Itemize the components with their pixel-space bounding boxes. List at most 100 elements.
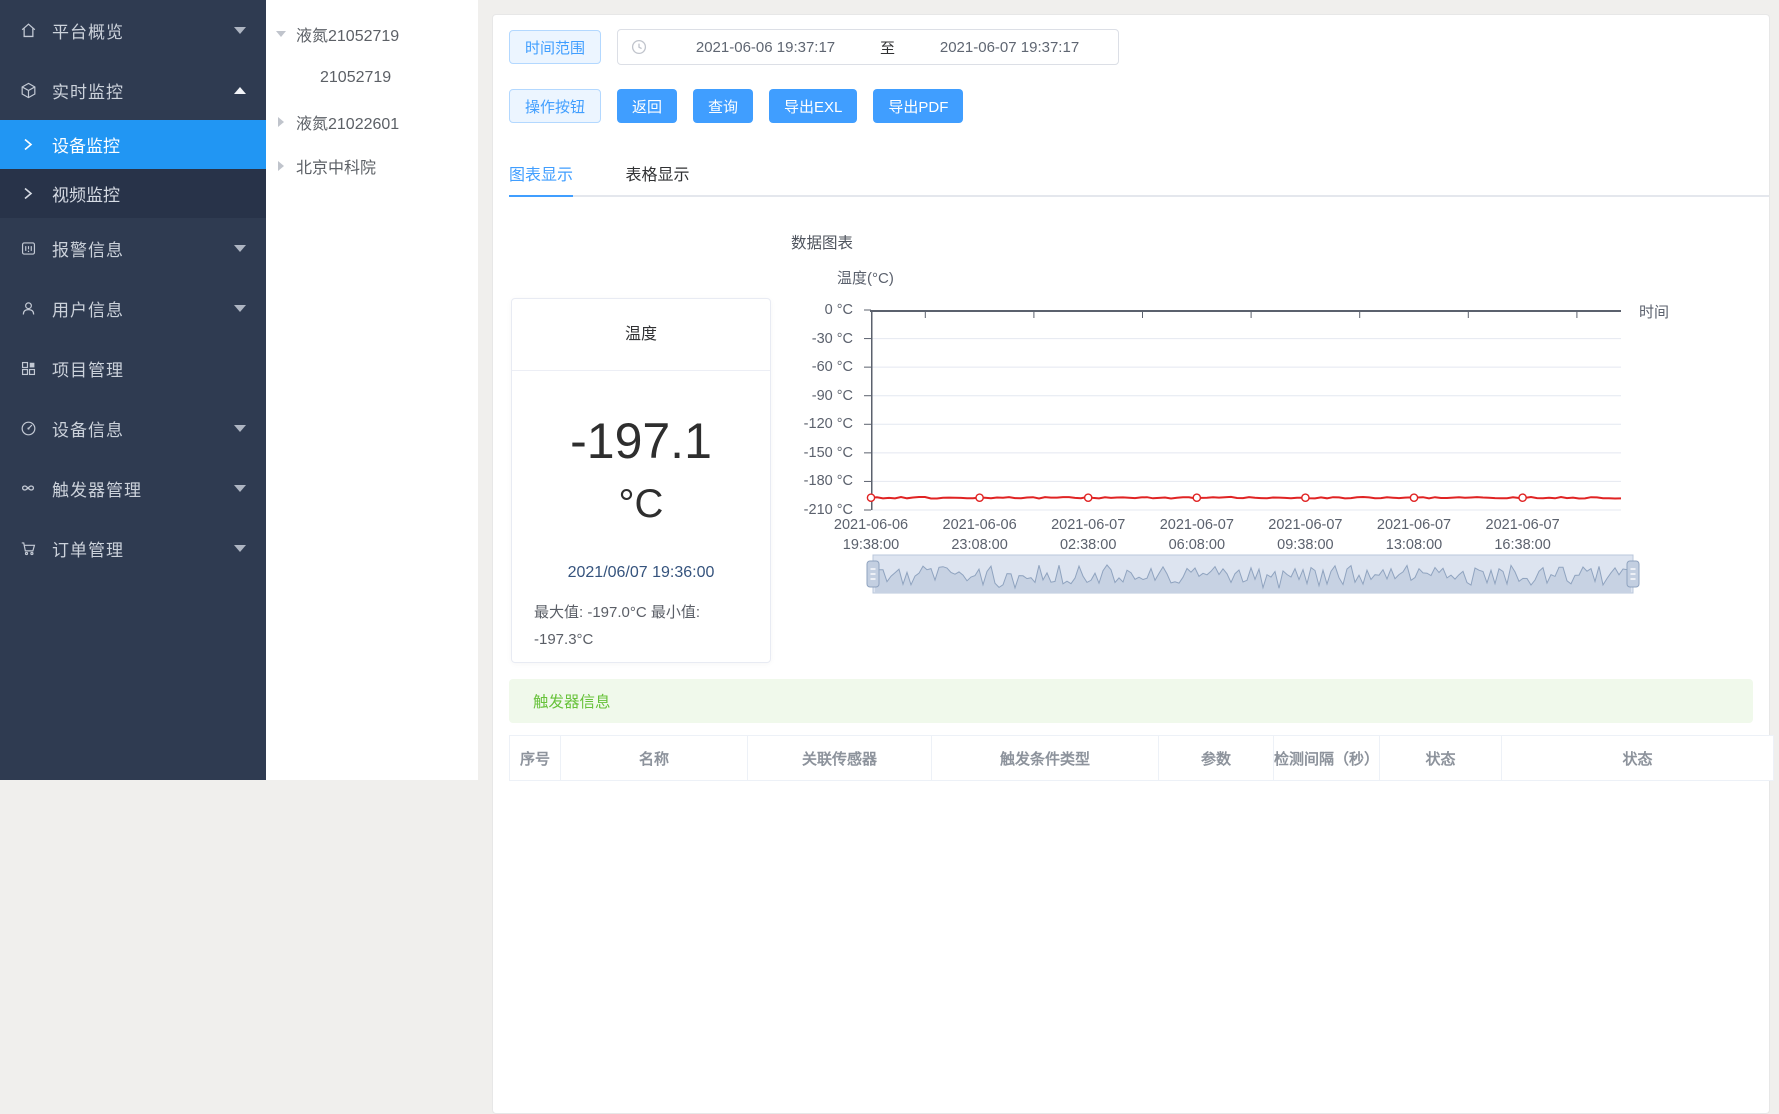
y-axis-ticks: 0 °C-30 °C-60 °C-90 °C-120 °C-150 °C-180… bbox=[763, 310, 863, 510]
sidebar-item-order-mgmt[interactable]: 订单管理 bbox=[0, 518, 266, 578]
tree-item-label: 液氮21022601 bbox=[296, 110, 399, 134]
sidebar-item-device-monitor[interactable]: 设备监控 bbox=[0, 120, 266, 169]
x-axis-tick-label: 2021-06-0713:08:00 bbox=[1377, 515, 1451, 555]
table-header-cell: 关联传感器 bbox=[748, 736, 932, 781]
user-icon bbox=[18, 298, 38, 318]
tab-chart-view[interactable]: 图表显示 bbox=[509, 161, 573, 197]
grid-icon bbox=[18, 358, 38, 378]
back-button[interactable]: 返回 bbox=[617, 89, 677, 123]
tree-item-label: 21052719 bbox=[320, 69, 391, 87]
temperature-panel: 温度 -197.1 °C 2021/06/07 19:36:00 最大值: -1… bbox=[511, 298, 771, 663]
time-range-label-chip[interactable]: 时间范围 bbox=[509, 30, 601, 64]
temperature-timestamp: 2021/06/07 19:36:00 bbox=[512, 563, 770, 583]
tree-item-device[interactable]: 液氮21052719 bbox=[266, 12, 478, 56]
y-axis-tick-label: -30 °C bbox=[812, 331, 853, 347]
sidebar-item-video-monitor[interactable]: 视频监控 bbox=[0, 169, 266, 218]
x-axis-label: 时间 bbox=[1639, 301, 1669, 322]
y-axis-tick-label: -120 °C bbox=[804, 416, 853, 432]
device-tree: 液氮21052719 21052719 液氮21022601 北京中科院 bbox=[266, 0, 478, 780]
caret-down-icon bbox=[234, 425, 246, 432]
caret-down-icon bbox=[234, 485, 246, 492]
caret-right-icon bbox=[276, 161, 286, 171]
trigger-info-title: 触发器信息 bbox=[533, 690, 611, 712]
action-buttons-row: 操作按钮 返回 查询 导出EXL 导出PDF bbox=[509, 89, 1769, 123]
time-range-row: 时间范围 2021-06-06 19:37:17 至 2021-06-07 19… bbox=[509, 29, 1769, 65]
sidebar-item-realtime-monitor[interactable]: 实时监控 bbox=[0, 60, 266, 120]
end-datetime-value: 2021-06-07 19:37:17 bbox=[901, 39, 1118, 56]
caret-down-icon bbox=[234, 245, 246, 252]
x-axis-ticks: 2021-06-0619:38:002021-06-0623:08:002021… bbox=[871, 515, 1621, 557]
export-pdf-button[interactable]: 导出PDF bbox=[873, 89, 963, 123]
tree-item-device[interactable]: 北京中科院 bbox=[266, 144, 478, 188]
sidebar-item-user-info[interactable]: 用户信息 bbox=[0, 278, 266, 338]
range-separator: 至 bbox=[874, 37, 901, 58]
chevron-right-icon bbox=[18, 187, 38, 200]
tree-item-sensor[interactable]: 21052719 bbox=[266, 56, 478, 100]
home-icon bbox=[18, 20, 38, 40]
cube-icon bbox=[18, 80, 38, 100]
trigger-info-header: 触发器信息 bbox=[509, 679, 1753, 723]
cart-icon bbox=[18, 538, 38, 558]
sidebar-item-label: 用户信息 bbox=[52, 296, 234, 321]
caret-down-icon bbox=[234, 545, 246, 552]
x-axis-tick-label: 2021-06-0702:38:00 bbox=[1051, 515, 1125, 555]
temperature-unit: °C bbox=[512, 479, 770, 529]
sidebar-item-project-mgmt[interactable]: 项目管理 bbox=[0, 338, 266, 398]
line-chart-plot bbox=[871, 310, 1627, 516]
temperature-minmax: 最大值: -197.0°C 最小值: -197.3°C bbox=[534, 599, 714, 653]
sidebar-item-label: 触发器管理 bbox=[52, 476, 234, 501]
chart-title: 数据图表 bbox=[791, 231, 853, 253]
tab-table-view[interactable]: 表格显示 bbox=[625, 161, 689, 197]
x-axis-tick-label: 2021-06-0619:38:00 bbox=[834, 515, 908, 555]
alarm-icon bbox=[18, 238, 38, 258]
clock-icon bbox=[631, 39, 647, 55]
sidebar-item-label: 设备信息 bbox=[52, 416, 234, 441]
caret-up-icon bbox=[234, 87, 246, 94]
table-header-cell: 名称 bbox=[561, 736, 748, 781]
x-axis-tick-label: 2021-06-0623:08:00 bbox=[943, 515, 1017, 555]
chevron-right-icon bbox=[18, 138, 38, 151]
sidebar-subitem-label: 设备监控 bbox=[52, 132, 120, 157]
y-axis-tick-label: -180 °C bbox=[804, 473, 853, 489]
temperature-value: -197.1 bbox=[512, 411, 770, 471]
table-header-cell: 序号 bbox=[510, 736, 561, 781]
sidebar-item-trigger-mgmt[interactable]: 触发器管理 bbox=[0, 458, 266, 518]
table-header-row: 序号 名称 关联传感器 触发条件类型 参数 检测间隔（秒） 状态 状态 bbox=[510, 736, 1774, 781]
table-header-cell: 状态 bbox=[1502, 736, 1774, 781]
query-button[interactable]: 查询 bbox=[693, 89, 753, 123]
y-axis-label: 温度(°C) bbox=[837, 267, 894, 288]
table-header-cell: 触发条件类型 bbox=[932, 736, 1159, 781]
sidebar-item-platform-overview[interactable]: 平台概览 bbox=[0, 0, 266, 60]
chart-section: 数据图表 温度 -197.1 °C 2021/06/07 19:36:00 最大… bbox=[493, 197, 1769, 669]
start-datetime-value: 2021-06-06 19:37:17 bbox=[657, 39, 874, 56]
sidebar-item-label: 项目管理 bbox=[52, 356, 246, 381]
export-excel-button[interactable]: 导出EXL bbox=[769, 89, 857, 123]
content-card: 时间范围 2021-06-06 19:37:17 至 2021-06-07 19… bbox=[492, 14, 1770, 1114]
x-axis-tick-label: 2021-06-0706:08:00 bbox=[1160, 515, 1234, 555]
view-tabs: 图表显示 表格显示 bbox=[509, 161, 1769, 197]
y-axis-tick-label: -60 °C bbox=[812, 359, 853, 375]
tree-item-device[interactable]: 液氮21022601 bbox=[266, 100, 478, 144]
temperature-panel-title: 温度 bbox=[512, 299, 770, 371]
y-axis-tick-label: -90 °C bbox=[812, 388, 853, 404]
sidebar-item-label: 订单管理 bbox=[52, 536, 234, 561]
realtime-submenu: 设备监控 视频监控 bbox=[0, 120, 266, 218]
sidebar-item-alarm-info[interactable]: 报警信息 bbox=[0, 218, 266, 278]
actions-label-chip[interactable]: 操作按钮 bbox=[509, 89, 601, 123]
datetime-range-input[interactable]: 2021-06-06 19:37:17 至 2021-06-07 19:37:1… bbox=[617, 29, 1119, 65]
x-axis-tick-label: 2021-06-0709:38:00 bbox=[1268, 515, 1342, 555]
sidebar-subitem-label: 视频监控 bbox=[52, 181, 120, 206]
tab-track-line bbox=[509, 195, 1769, 197]
table-header-cell: 状态 bbox=[1380, 736, 1502, 781]
table-header-cell: 参数 bbox=[1159, 736, 1274, 781]
tree-item-label: 液氮21052719 bbox=[296, 22, 399, 46]
sidebar-item-device-info[interactable]: 设备信息 bbox=[0, 398, 266, 458]
caret-right-icon bbox=[276, 117, 286, 127]
sidebar-item-label: 平台概览 bbox=[52, 18, 234, 43]
datazoom-slider[interactable] bbox=[873, 555, 1645, 595]
main-sidebar: 平台概览 实时监控 设备监控 视频监控 报警信息 bbox=[0, 0, 266, 780]
sidebar-item-label: 报警信息 bbox=[52, 236, 234, 261]
caret-down-icon bbox=[276, 31, 286, 37]
table-header-cell: 检测间隔（秒） bbox=[1274, 736, 1380, 781]
infinity-icon bbox=[18, 478, 38, 498]
